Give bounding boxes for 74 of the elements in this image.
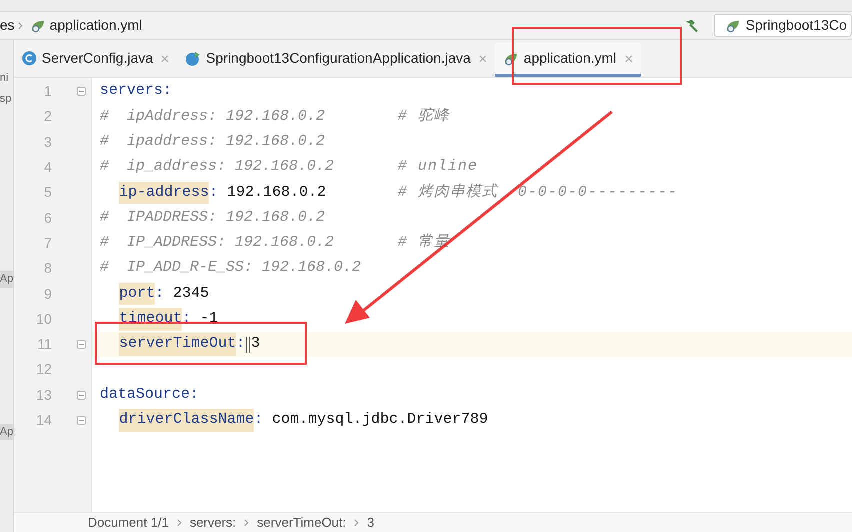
yaml-comment: # 烤肉串模式 0-0-0-0--------- — [398, 182, 678, 203]
key-colon: : — [155, 284, 164, 304]
close-icon[interactable] — [624, 54, 633, 62]
fold-icon[interactable] — [77, 390, 86, 400]
status-breadcrumb[interactable]: serverTimeOut: — [257, 512, 346, 532]
yaml-comment: # 驼峰 — [398, 106, 450, 127]
close-icon[interactable] — [161, 54, 170, 62]
key-colon: : — [209, 182, 218, 203]
yaml-value: 3 — [251, 334, 260, 354]
line-number: 13 — [35, 386, 52, 405]
line-number: 5 — [43, 183, 52, 202]
fold-icon[interactable] — [77, 87, 86, 96]
key-colon: : — [190, 384, 200, 405]
commented-line: # ip_address: 192.168.0.2 — [100, 157, 334, 178]
yaml-key: servers — [100, 80, 164, 103]
status-breadcrumb[interactable]: Document 1/1 — [88, 512, 169, 532]
fold-icon[interactable] — [77, 340, 86, 350]
key-colon: : — [236, 334, 246, 354]
yaml-value: -1 — [200, 309, 218, 330]
line-number: 11 — [36, 335, 52, 354]
yaml-comment: # unline — [398, 157, 478, 178]
yaml-key: timeout — [119, 308, 182, 331]
line-number: 10 — [35, 310, 52, 329]
project-tree-label[interactable]: sp — [0, 90, 13, 107]
yaml-value: 192.168.0.2 — [227, 182, 326, 203]
status-breadcrumb[interactable]: 3 — [367, 512, 374, 532]
chevron-icon — [18, 22, 23, 30]
yaml-value: com.mysql.jdbc.Driver789 — [272, 410, 488, 430]
breadcrumb-item[interactable]: es — [0, 15, 15, 36]
status-breadcrumb[interactable]: servers: — [190, 512, 236, 532]
line-number: 1 — [43, 82, 52, 102]
line-number: 9 — [43, 284, 52, 304]
breadcrumb-item[interactable]: application.yml — [50, 15, 142, 36]
line-number: 3 — [43, 132, 52, 152]
commented-line: # ipAddress: 192.168.0.2 — [100, 106, 326, 127]
key-colon: : — [163, 81, 172, 102]
commented-line: # ipaddress: 192.168.0.2 — [100, 132, 326, 152]
line-number: 8 — [43, 259, 52, 278]
project-tree-label[interactable]: ni — [0, 70, 13, 86]
project-tree-label[interactable]: Ap — [0, 271, 13, 288]
chevron-icon — [176, 518, 182, 526]
line-number: 2 — [43, 107, 52, 126]
commented-line: # IPADDRESS: 192.168.0.2 — [100, 208, 326, 228]
editor-tab[interactable]: ServerConfig.java — [14, 43, 178, 77]
commented-line: # IP_ADD_R-E_SS: 192.168.0.2 — [100, 258, 362, 278]
yaml-key: driverClassName — [119, 409, 254, 432]
line-number: 4 — [43, 158, 52, 178]
key-colon: : — [182, 309, 192, 330]
yaml-key: dataSource — [100, 384, 190, 406]
yaml-key: serverTimeOut — [119, 333, 236, 356]
text-cursor-icon — [246, 336, 250, 353]
fold-icon[interactable] — [77, 416, 86, 425]
close-icon[interactable] — [478, 54, 487, 62]
line-number: 12 — [35, 360, 52, 380]
yaml-value: 2345 — [173, 284, 210, 304]
commented-line: # IP_ADDRESS: 192.168.0.2 — [100, 233, 334, 254]
leaf-file-icon — [30, 18, 46, 32]
class-icon — [22, 51, 37, 66]
editor-tab[interactable]: application.yml — [494, 43, 641, 77]
chevron-icon — [354, 518, 360, 526]
yaml-key: port — [119, 282, 156, 306]
hammer-icon[interactable] — [684, 18, 700, 34]
project-tree-label[interactable]: Ap — [0, 424, 13, 440]
line-number: 14 — [35, 411, 52, 430]
yaml-key: ip-address — [119, 182, 210, 204]
key-colon: : — [254, 410, 264, 430]
run-config-dropdown[interactable]: Springboot13Co — [714, 14, 852, 37]
line-number: 7 — [43, 234, 52, 253]
leaf-file-icon — [502, 52, 519, 66]
class-run-icon — [185, 50, 202, 66]
chevron-icon — [244, 518, 250, 526]
line-number: 6 — [43, 208, 52, 228]
leaf-file-icon — [724, 18, 741, 32]
editor-tab[interactable]: Springboot13ConfigurationApplication.java — [177, 43, 495, 77]
